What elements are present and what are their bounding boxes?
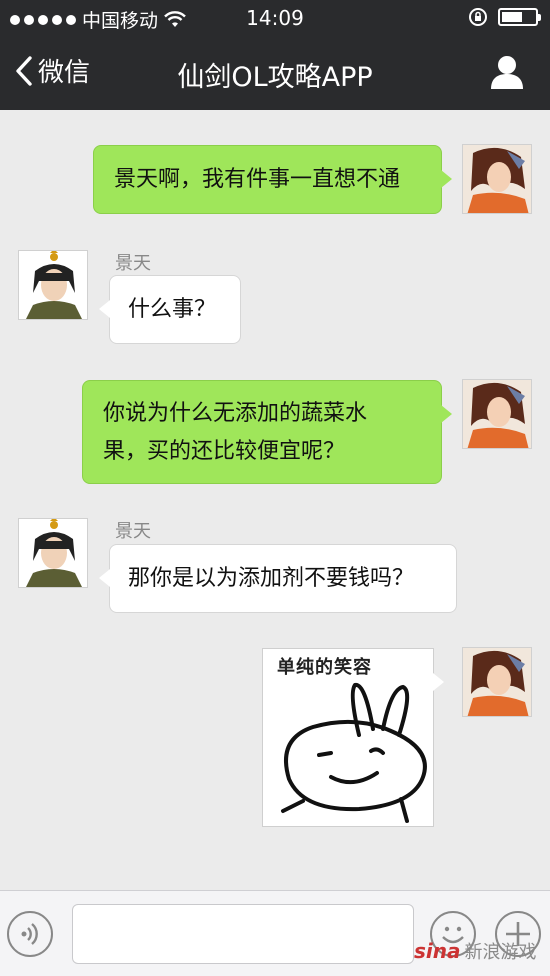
watermark-text: 新浪游戏 xyxy=(464,942,537,963)
voice-icon xyxy=(21,923,38,945)
nav-bar: 微信 仙剑OL攻略APP xyxy=(0,36,550,110)
avatar-self[interactable] xyxy=(462,144,532,214)
battery-icon xyxy=(498,8,541,26)
message-text: 那你是以为添加剂不要钱吗？ xyxy=(128,566,415,591)
status-bar: 中国移动 14:09 xyxy=(0,0,550,36)
message-bubble[interactable]: 景天啊，我有件事一直想不通 xyxy=(93,145,452,214)
sina-logo: sina xyxy=(414,939,461,963)
sender-name: 景天 xyxy=(115,253,151,274)
message-text: 什么事？ xyxy=(128,297,217,322)
sender-name: 景天 xyxy=(115,521,151,542)
avatar-jingtian[interactable] xyxy=(18,250,88,320)
page-title: 仙剑OL攻略APP xyxy=(177,62,373,93)
rotation-lock-icon xyxy=(469,8,487,26)
message-input[interactable] xyxy=(72,904,414,964)
message-text-line: 果，买的还比较便宜呢？ xyxy=(103,439,346,464)
smiling-bunny-sticker xyxy=(281,683,427,823)
message-text-line: 你说为什么无添加的蔬菜水 xyxy=(103,401,368,426)
voice-button[interactable] xyxy=(7,911,53,957)
message-bubble[interactable]: 那你是以为添加剂不要钱吗？ xyxy=(99,544,457,613)
sticker-message[interactable]: 单纯的笑容 xyxy=(262,648,444,827)
avatar-jingtian[interactable] xyxy=(18,518,88,588)
avatar-self[interactable] xyxy=(462,647,532,717)
message-text: 景天啊，我有件事一直想不通 xyxy=(114,167,401,192)
message-bubble[interactable]: 你说为什么无添加的蔬菜水 果，买的还比较便宜呢？ xyxy=(82,380,452,484)
avatar-self[interactable] xyxy=(462,379,532,449)
person-icon[interactable] xyxy=(490,54,524,90)
sina-watermark: sina 新浪游戏 xyxy=(414,938,537,964)
message-bubble[interactable]: 什么事？ xyxy=(99,275,241,344)
